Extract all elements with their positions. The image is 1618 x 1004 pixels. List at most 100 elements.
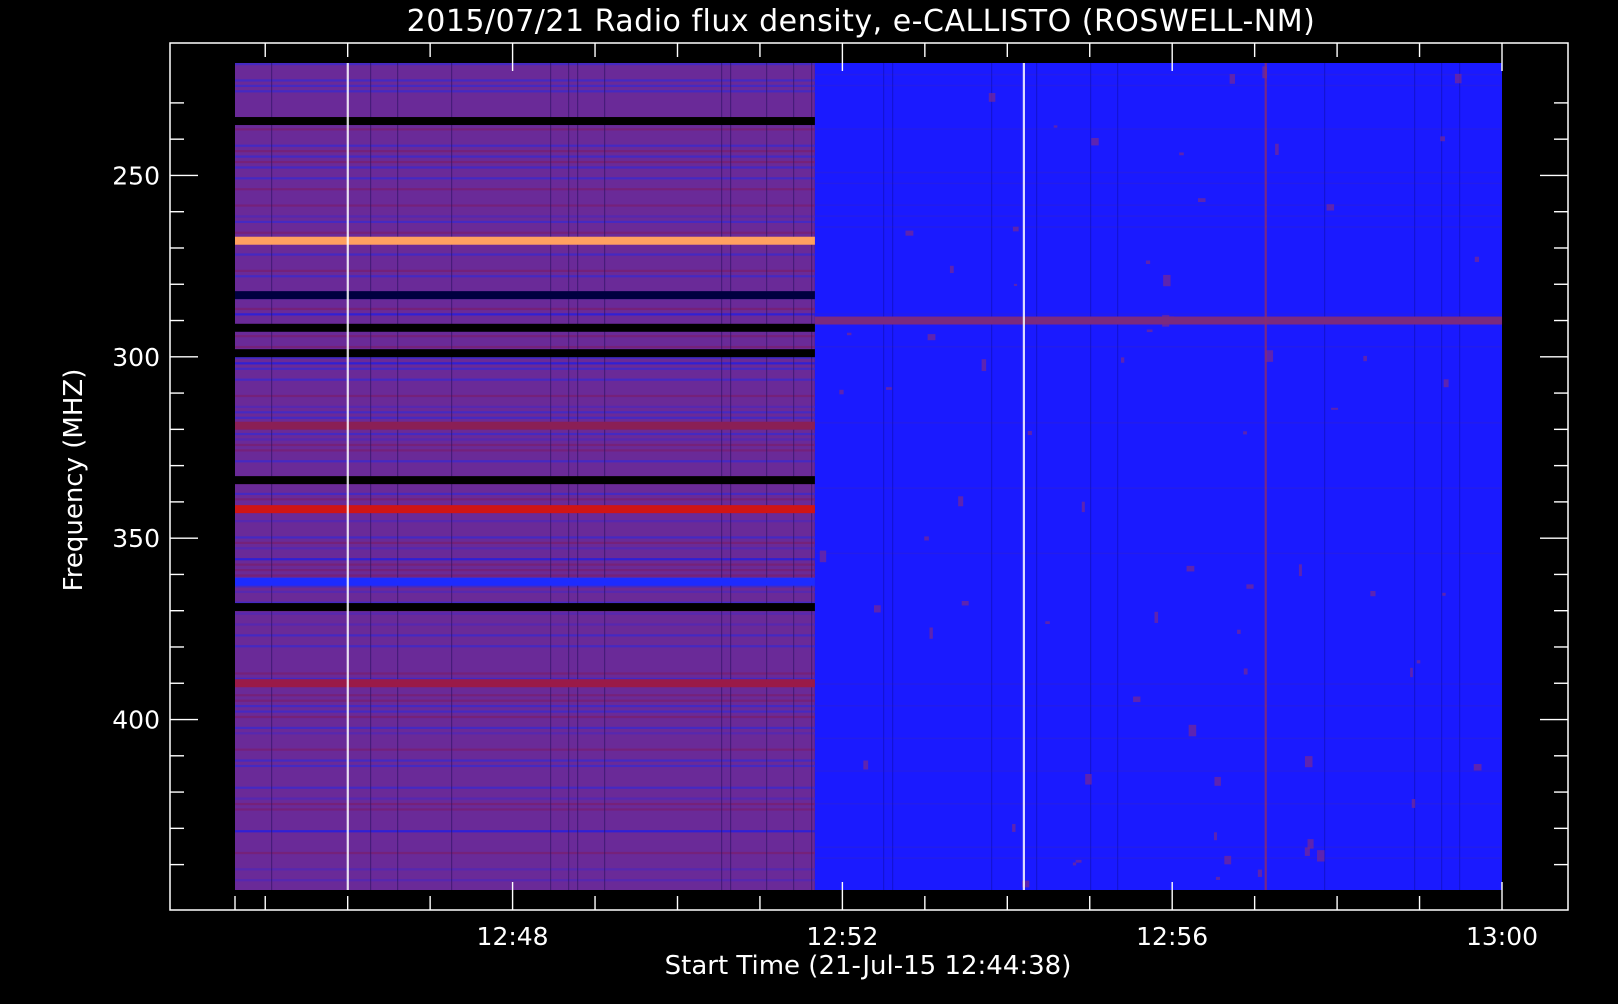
band-235 xyxy=(235,117,815,126)
x-axis-label: Start Time (21-Jul-15 12:44:38) xyxy=(665,951,1072,981)
burst xyxy=(1370,591,1376,597)
striation xyxy=(814,552,1502,555)
striation xyxy=(235,438,815,441)
burst xyxy=(1198,198,1206,203)
striation xyxy=(235,786,815,789)
burst xyxy=(1163,274,1171,287)
striation xyxy=(235,699,815,702)
burst xyxy=(929,627,933,639)
burst xyxy=(961,601,969,606)
spectrogram-chart: 250 300 350 400 12:48 12:52 12:56 13:00 2015/07… xyxy=(0,0,1618,1000)
striation xyxy=(235,362,815,365)
vertical-line-2 xyxy=(1264,63,1267,890)
striation xyxy=(814,846,1502,848)
burst xyxy=(1298,564,1302,577)
burst xyxy=(1012,226,1019,232)
striation xyxy=(235,732,815,735)
striation xyxy=(235,253,815,256)
striation xyxy=(235,177,815,180)
y-tick-label: 300 xyxy=(112,343,160,372)
striation xyxy=(814,345,1502,348)
burst xyxy=(1243,668,1248,675)
burst xyxy=(1053,125,1058,128)
x-tick-label: 12:52 xyxy=(806,922,878,951)
striation xyxy=(814,802,1502,805)
band-334 xyxy=(235,476,815,485)
burst xyxy=(1012,824,1016,832)
striation xyxy=(814,73,1502,76)
striation xyxy=(814,215,1502,217)
burst xyxy=(1317,850,1325,862)
burst xyxy=(927,334,936,341)
burst xyxy=(1363,355,1367,362)
y-tick-label: 400 xyxy=(112,706,160,735)
band-362 xyxy=(235,577,815,586)
striation xyxy=(814,226,1502,228)
striation xyxy=(814,683,1502,685)
burst xyxy=(981,359,987,372)
striation xyxy=(235,166,815,169)
burst xyxy=(1188,724,1197,737)
burst xyxy=(1027,430,1032,436)
striation xyxy=(235,460,815,463)
striation xyxy=(235,715,815,719)
burst xyxy=(1154,611,1159,623)
burst xyxy=(1121,357,1125,363)
burst xyxy=(924,536,929,541)
striation xyxy=(235,269,815,272)
column xyxy=(1090,63,1092,890)
burst xyxy=(846,332,852,336)
striation xyxy=(235,144,815,147)
striation xyxy=(235,879,815,882)
column xyxy=(1324,63,1326,890)
burst xyxy=(1442,592,1446,596)
striation xyxy=(814,857,1502,859)
striation xyxy=(235,797,815,800)
striation xyxy=(235,808,815,811)
y-axis-label: Frequency (MHZ) xyxy=(59,369,89,592)
column xyxy=(1036,63,1038,890)
burst xyxy=(839,389,844,395)
band-290 xyxy=(814,316,1502,325)
striation xyxy=(235,623,815,626)
striation xyxy=(235,335,815,338)
striation xyxy=(235,498,815,501)
striation xyxy=(814,204,1502,206)
striation xyxy=(235,868,815,871)
burst xyxy=(1045,621,1050,624)
striation xyxy=(235,313,815,316)
striation xyxy=(235,748,815,751)
striation xyxy=(235,568,815,572)
burst xyxy=(1146,329,1153,333)
striation xyxy=(235,574,815,577)
burst xyxy=(1410,667,1413,678)
vertical-line-0 xyxy=(346,63,349,890)
burst xyxy=(988,93,996,102)
burst xyxy=(885,387,892,390)
striation xyxy=(235,411,815,414)
burst xyxy=(1215,876,1221,880)
burst xyxy=(1224,855,1232,865)
burst xyxy=(1186,565,1195,572)
striation xyxy=(235,90,815,93)
burst xyxy=(1326,204,1335,211)
striation xyxy=(235,759,815,762)
band-390 xyxy=(235,679,815,688)
burst xyxy=(1237,629,1241,634)
burst xyxy=(1304,847,1310,856)
burst xyxy=(1331,407,1339,410)
striation xyxy=(235,590,815,593)
striation xyxy=(235,63,815,66)
burst xyxy=(958,496,964,507)
burst xyxy=(1257,869,1262,877)
burst xyxy=(1411,798,1416,808)
spectrogram-figure: 250 300 350 400 12:48 12:52 12:56 13:00 2015/07… xyxy=(0,0,1618,1000)
burst xyxy=(1145,260,1151,264)
column xyxy=(1441,63,1443,890)
striation xyxy=(814,705,1502,707)
striation xyxy=(235,541,815,544)
striation xyxy=(235,432,815,436)
striation xyxy=(235,204,815,207)
band-292 xyxy=(235,323,815,332)
striation xyxy=(235,710,815,713)
